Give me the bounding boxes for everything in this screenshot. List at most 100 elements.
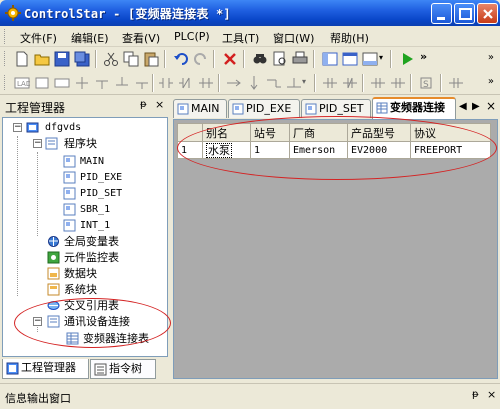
contact-p-icon[interactable] [198, 75, 214, 91]
panel-close-icon[interactable]: × [155, 98, 164, 111]
toolbar-overflow-chevron[interactable]: » [488, 52, 494, 63]
menu-plc[interactable]: PLC(P) [174, 30, 210, 43]
contact-down-icon[interactable] [390, 75, 406, 91]
tee-down-icon[interactable] [94, 75, 110, 91]
chevron-down-icon[interactable]: ▾ [302, 77, 306, 86]
paste-icon[interactable] [143, 51, 159, 67]
app-gear-icon [5, 5, 21, 21]
find-icon[interactable] [252, 51, 268, 67]
redo-icon[interactable] [193, 51, 209, 67]
menu-tools[interactable]: 工具(T) [222, 30, 259, 46]
pin-icon[interactable]: ᵽ [140, 99, 147, 110]
new-file-icon[interactable] [14, 51, 30, 67]
save-icon[interactable] [54, 51, 70, 67]
panel-close-icon[interactable]: × [487, 388, 496, 401]
tab-close-icon[interactable]: × [486, 99, 496, 113]
branch-icon[interactable] [134, 75, 150, 91]
box-icon[interactable] [34, 75, 50, 91]
toolbar-separator [164, 50, 166, 68]
header-alias[interactable]: 别名 [202, 123, 251, 142]
menu-view[interactable]: 查看(V) [122, 30, 160, 46]
ladder-label-icon[interactable]: LAD [14, 75, 30, 91]
undo-icon[interactable] [173, 51, 189, 67]
toolbar-separator [95, 50, 97, 68]
menu-window[interactable]: 窗口(W) [273, 30, 314, 46]
open-folder-icon[interactable] [34, 51, 50, 67]
block-file-icon [63, 203, 76, 216]
save-all-icon[interactable] [74, 51, 90, 67]
tab-pid-exe[interactable]: PID_EXE [228, 99, 300, 118]
data-block-icon [47, 267, 60, 280]
toolbar-separator [243, 50, 245, 68]
tab-vfd-table[interactable]: 变频器连接 [372, 97, 456, 119]
cell-model[interactable]: EV2000 [347, 141, 411, 159]
contact-nc-icon[interactable] [178, 75, 194, 91]
title-bar: ControlStar - [变频器连接表 *] [0, 0, 500, 26]
tee-up-icon[interactable] [114, 75, 130, 91]
menu-edit[interactable]: 编辑(E) [71, 30, 109, 46]
pin-icon[interactable]: ᵽ [472, 389, 479, 400]
insert-line-icon[interactable] [286, 75, 302, 91]
contact-up-icon[interactable] [370, 75, 386, 91]
tree-label-int-1: INT_1 [80, 220, 111, 231]
window-title: ControlStar - [变频器连接表 *] [24, 7, 231, 21]
jump-icon[interactable] [266, 75, 282, 91]
layout-dropdown-icon[interactable] [362, 51, 378, 67]
arrow-right-icon[interactable] [226, 75, 242, 91]
run-icon[interactable] [399, 51, 415, 67]
header-vendor[interactable]: 厂商 [289, 123, 348, 142]
header-row-number [177, 123, 203, 142]
tab-scroll-right-icon[interactable]: ▶ [472, 101, 480, 112]
menu-help[interactable]: 帮助(H) [330, 30, 369, 46]
menu-file[interactable]: 文件(F) [20, 30, 57, 46]
cell-alias-editor[interactable]: 水泵 [206, 143, 232, 158]
tab-label: 工程管理器 [21, 361, 76, 374]
toolbar-separator [314, 74, 316, 92]
cell-alias[interactable]: 水泵 [202, 141, 251, 159]
nc-contact-icon[interactable] [342, 75, 358, 91]
cell-vendor[interactable]: Emerson [289, 141, 348, 159]
header-protocol[interactable]: 协议 [410, 123, 491, 142]
tab-scroll-left-icon[interactable]: ◀ [459, 101, 467, 112]
block-file-icon [305, 103, 317, 115]
tab-main[interactable]: MAIN [173, 99, 227, 118]
collapse-icon[interactable]: − [33, 139, 42, 148]
window-view-icon[interactable] [342, 51, 358, 67]
collapse-icon[interactable]: − [33, 317, 42, 326]
contact-icon[interactable] [158, 75, 174, 91]
tab-pid-set[interactable]: PID_SET [301, 99, 371, 118]
arrow-down-icon[interactable] [246, 75, 262, 91]
rect-icon[interactable] [54, 75, 70, 91]
coil-icon[interactable] [448, 75, 464, 91]
global-vars-icon [48, 236, 59, 247]
overflow-icon[interactable]: » [420, 50, 427, 63]
close-icon [483, 9, 493, 19]
minimize-button[interactable] [431, 3, 452, 24]
tab-instruction-tree[interactable]: 指令树 [90, 359, 156, 379]
cut-icon[interactable] [103, 51, 119, 67]
cell-protocol[interactable]: FREEPORT [410, 141, 491, 159]
header-model[interactable]: 产品型号 [347, 123, 411, 142]
cross-icon[interactable] [74, 75, 90, 91]
maximize-button[interactable] [454, 3, 475, 24]
block-file-icon [63, 187, 76, 200]
panel-view-icon[interactable] [322, 51, 338, 67]
s-contact-icon[interactable]: S [418, 75, 434, 91]
close-button[interactable] [477, 3, 498, 24]
collapse-icon[interactable]: − [13, 123, 22, 132]
header-station[interactable]: 站号 [250, 123, 290, 142]
delete-icon[interactable] [222, 51, 238, 67]
cell-station[interactable]: 1 [250, 141, 290, 159]
maximize-icon [459, 8, 472, 20]
table-icon [376, 102, 388, 114]
monitor-table-icon [47, 251, 60, 264]
print-icon[interactable] [292, 51, 308, 67]
chevron-down-icon[interactable]: ▾ [379, 53, 383, 62]
toolbar-separator [213, 50, 215, 68]
toolbar-overflow-chevron[interactable]: » [488, 76, 494, 87]
tab-project-manager[interactable]: 工程管理器 [2, 359, 89, 379]
copy-icon[interactable] [123, 51, 139, 67]
table-icon [66, 332, 79, 345]
print-preview-icon[interactable] [272, 51, 288, 67]
no-contact-icon[interactable] [322, 75, 338, 91]
